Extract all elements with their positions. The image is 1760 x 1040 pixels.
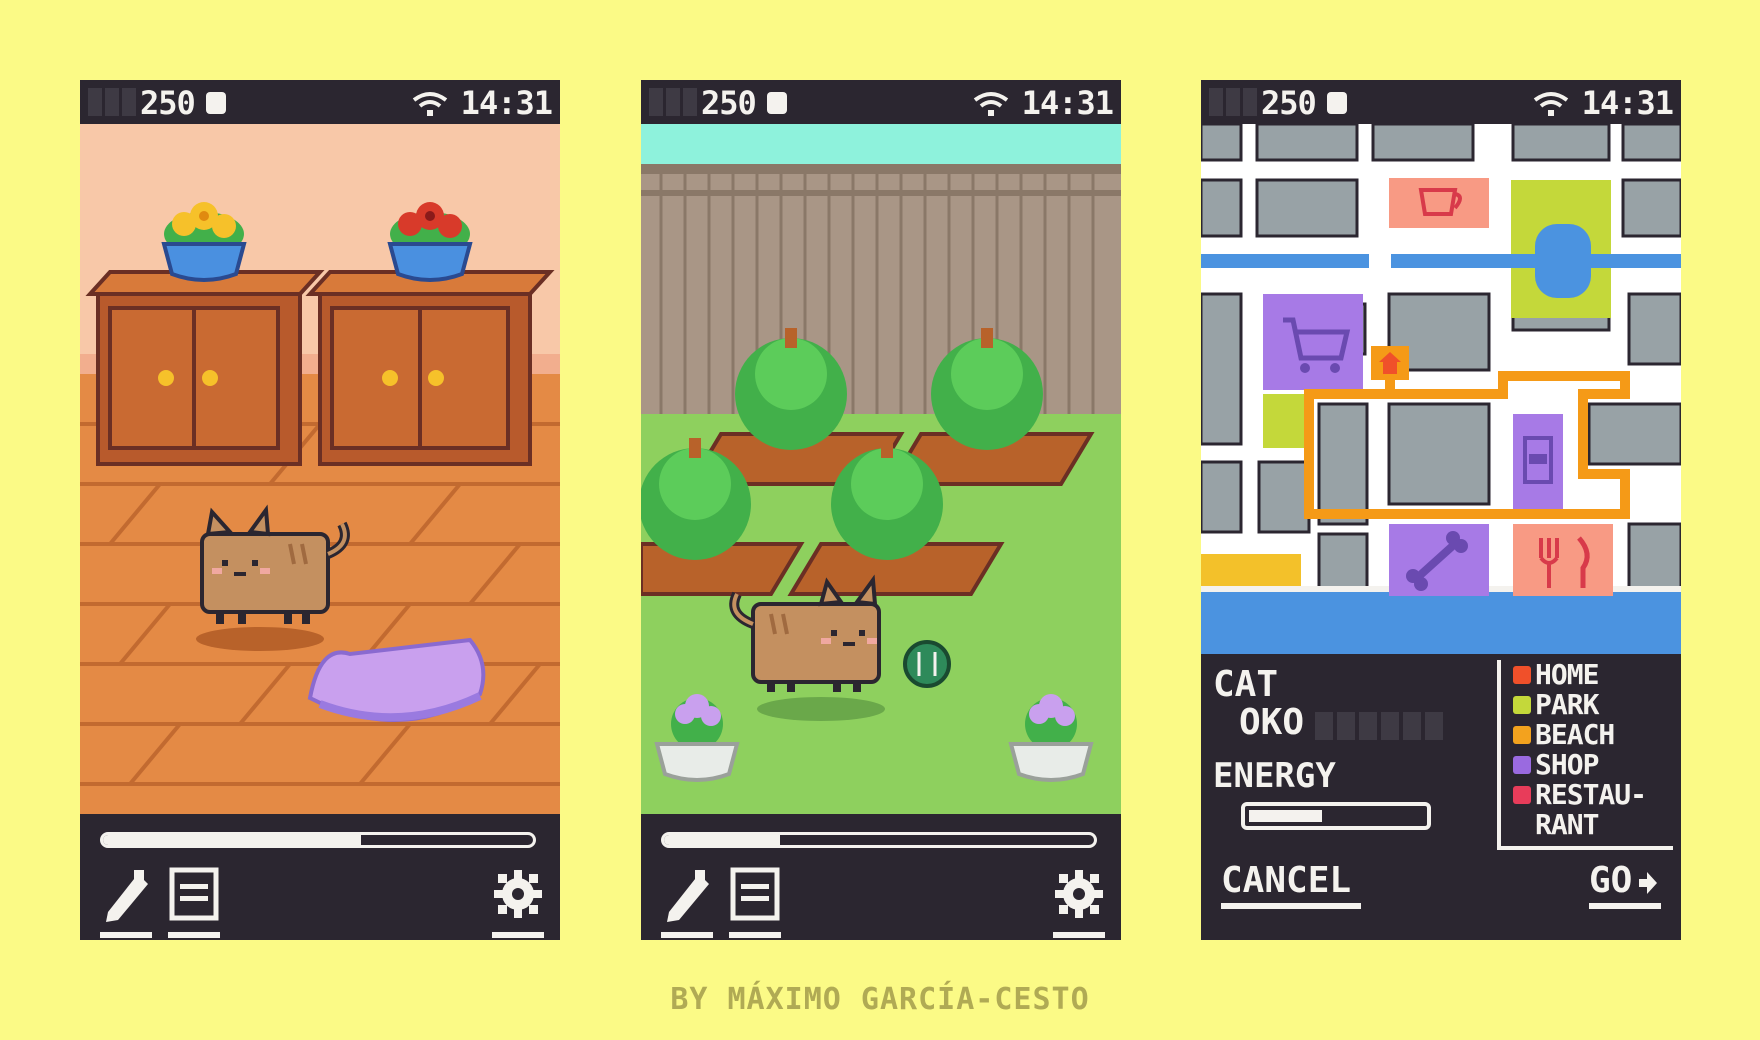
edit-button[interactable]	[661, 864, 713, 938]
cabinet-right	[305, 270, 555, 466]
progress-fill	[103, 835, 361, 845]
list-icon	[169, 867, 219, 921]
cabinet-left	[85, 270, 325, 466]
bottom-bar	[641, 814, 1121, 940]
phone-shop-poi	[1513, 414, 1563, 510]
artist-credit: BY MÁXIMO GARCÍA-CESTO	[670, 982, 1090, 1017]
bottom-bar	[80, 814, 560, 940]
restaurant-poi	[1513, 524, 1613, 596]
legend-item-restaurant: RESTAU-	[1513, 780, 1673, 810]
legend-item-restaurant-cont: RANT	[1535, 808, 1599, 841]
status-bar: 250 14:31	[1201, 80, 1681, 124]
map-info-panel: CAT OKO ENERGY HOME PARK BEACH SHOP REST…	[1201, 654, 1681, 940]
arrow-right-icon	[1639, 872, 1657, 894]
garden-scene	[641, 124, 1121, 814]
legend: HOME PARK BEACH SHOP RESTAU- RANT	[1497, 660, 1673, 850]
legend-item-home: HOME	[1513, 660, 1673, 690]
settings-button[interactable]	[492, 864, 544, 938]
coin-count: 250	[701, 84, 757, 122]
pet-shop-poi	[1389, 524, 1489, 596]
signal-bars	[88, 88, 136, 116]
legend-item-beach: BEACH	[1513, 720, 1673, 750]
ball	[903, 640, 951, 688]
phone-garden-screen: 250 14:31	[641, 80, 1121, 940]
list-icon	[730, 867, 780, 921]
cat-label: CAT	[1213, 664, 1279, 705]
clock: 14:31	[460, 84, 553, 122]
pencil-icon	[667, 870, 709, 922]
progress-fill	[664, 835, 781, 845]
coin-icon	[767, 92, 787, 114]
gear-icon	[1055, 870, 1103, 918]
cat-name: OKO	[1239, 702, 1305, 743]
coin-count: 250	[140, 84, 196, 122]
cancel-button[interactable]: CANCEL	[1221, 860, 1361, 914]
energy-fill	[1249, 810, 1322, 822]
pillow	[307, 637, 486, 722]
list-button[interactable]	[729, 864, 781, 938]
clock: 14:31	[1581, 84, 1674, 122]
cancel-label: CANCEL	[1221, 860, 1352, 901]
signal-bars	[649, 88, 697, 116]
coin-icon	[206, 92, 226, 114]
pencil-icon	[106, 870, 148, 922]
gear-icon	[494, 870, 542, 918]
coin-count: 250	[1261, 84, 1317, 122]
status-bar: 250 14:31	[641, 80, 1121, 124]
name-slots	[1315, 712, 1443, 740]
wifi-icon	[973, 92, 1009, 116]
energy-bar	[1241, 802, 1431, 830]
progress-bar	[100, 832, 536, 848]
home-poi	[1371, 346, 1409, 380]
go-label: GO	[1589, 860, 1633, 901]
shop-poi	[1263, 294, 1363, 390]
wifi-icon	[1533, 92, 1569, 116]
legend-item-park: PARK	[1513, 690, 1673, 720]
settings-button[interactable]	[1053, 864, 1105, 938]
coin-icon	[1327, 92, 1347, 114]
progress-bar	[661, 832, 1097, 848]
phone-map-screen: 250 14:31 CAT OKO ENERGY HOME PARK BEACH…	[1201, 80, 1681, 940]
edit-button[interactable]	[100, 864, 152, 938]
room-scene	[80, 124, 560, 814]
status-bar: 250 14:31	[80, 80, 560, 124]
signal-bars	[1209, 88, 1257, 116]
city-map[interactable]	[1201, 124, 1681, 654]
phone-room-screen: 250 14:31	[80, 80, 560, 940]
legend-item-shop: SHOP	[1513, 750, 1673, 780]
energy-label: ENERGY	[1213, 756, 1336, 796]
list-button[interactable]	[168, 864, 220, 938]
go-button[interactable]: GO	[1589, 860, 1661, 914]
wifi-icon	[412, 92, 448, 116]
clock: 14:31	[1021, 84, 1114, 122]
cafe-poi	[1389, 178, 1489, 228]
